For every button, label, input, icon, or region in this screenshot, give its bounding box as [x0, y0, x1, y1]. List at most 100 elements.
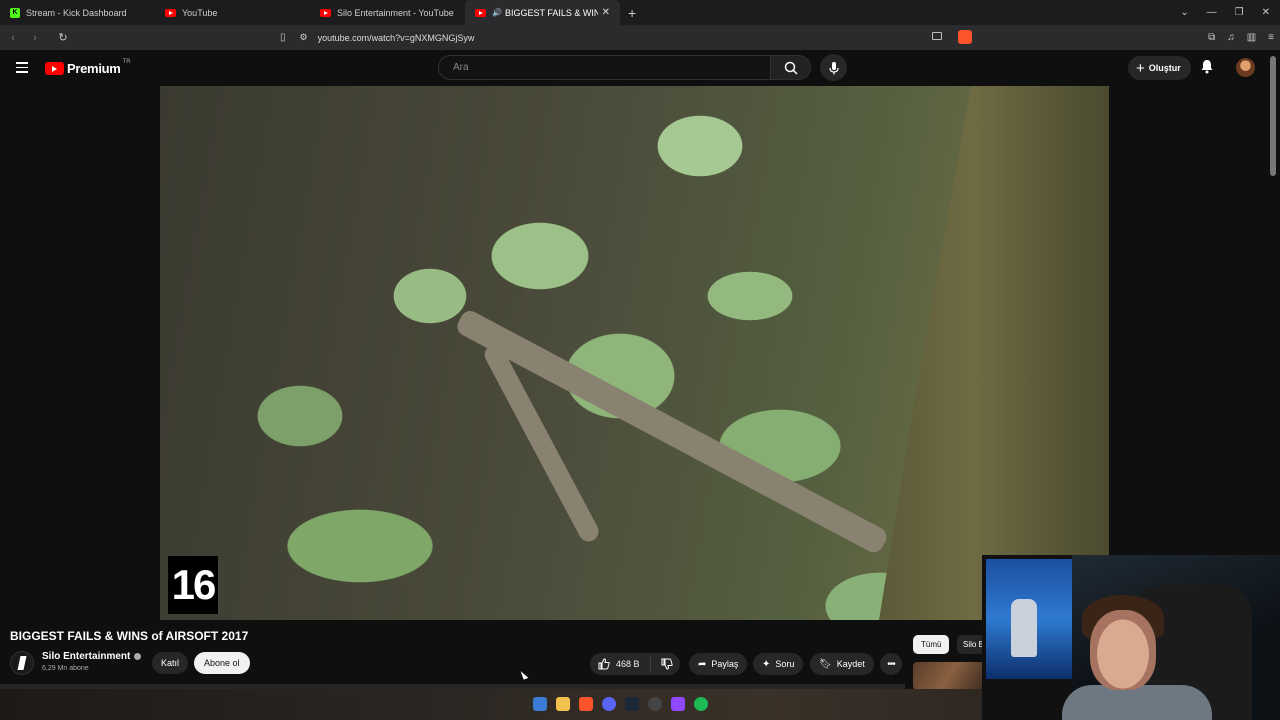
microphone-icon — [828, 61, 839, 74]
video-branch — [453, 307, 890, 556]
save-button[interactable]: 🔖︎ Kaydet — [810, 653, 874, 675]
more-actions-button[interactable]: ••• — [880, 653, 902, 675]
close-tab-icon[interactable]: ✕ — [602, 7, 610, 18]
dislike-button[interactable] — [651, 658, 673, 670]
maximize-icon[interactable]: ❐ — [1235, 7, 1244, 18]
back-icon[interactable]: ‹ — [4, 32, 22, 44]
tab-label: YouTube — [182, 7, 218, 18]
folder-icon[interactable] — [556, 697, 570, 711]
forward-icon[interactable]: › — [26, 32, 44, 44]
taskbar-icons — [533, 697, 708, 711]
youtube-icon — [475, 8, 486, 17]
webcam-poster — [986, 559, 1072, 679]
kick-icon: K — [10, 7, 20, 18]
subscriber-count: 6,29 Mn abone — [42, 665, 89, 672]
sparkle-icon: ✦ — [762, 658, 771, 670]
speaker-icon[interactable]: 🔊 — [492, 8, 502, 17]
thumbs-up-icon — [598, 658, 610, 670]
video-overlay-number: 16 — [168, 556, 218, 614]
voice-search-button[interactable] — [820, 54, 847, 81]
address-bar: ‹ › ↻ ▯ ⚙ youtube.com/watch?v=gNXMGNGjSy… — [0, 25, 1280, 50]
share-button[interactable]: ➦ Paylaş — [689, 653, 748, 675]
window-controls: ⌄ — ❐ ✕ — [1180, 0, 1280, 25]
minimize-icon[interactable]: — — [1207, 7, 1217, 18]
youtube-icon — [320, 8, 331, 17]
extensions-icon[interactable]: ⧉ — [1208, 32, 1215, 43]
tab-current-video[interactable]: 🔊 BIGGEST FAILS & WINS of AI ✕ — [465, 0, 620, 25]
subscribe-button[interactable]: Abone ol — [194, 652, 250, 674]
site-info-icon[interactable]: ⚙ — [300, 32, 308, 43]
notifications-button[interactable] — [1200, 59, 1214, 79]
search-button[interactable] — [771, 55, 811, 80]
menu-icon[interactable]: ≡ — [1268, 32, 1274, 43]
channel-name[interactable]: Silo Entertainment — [42, 651, 142, 662]
thumbs-down-icon — [661, 658, 673, 670]
share-label: Paylaş — [711, 659, 739, 669]
video-title: BIGGEST FAILS & WINS of AIRSOFT 2017 — [10, 629, 249, 643]
account-avatar[interactable] — [1236, 58, 1255, 77]
obs-icon[interactable] — [648, 697, 662, 711]
spotify-icon[interactable] — [694, 697, 708, 711]
brave-shield-icon[interactable] — [958, 30, 972, 44]
webcam-person-face — [1090, 610, 1156, 690]
brave-browser-icon[interactable] — [579, 697, 593, 711]
discord-icon[interactable] — [602, 697, 616, 711]
save-label: Kaydet — [836, 659, 865, 669]
logo-text: Premium — [67, 61, 121, 76]
hamburger-menu-icon[interactable] — [16, 62, 28, 76]
create-label: Oluştur — [1148, 63, 1181, 73]
more-icon: ••• — [887, 658, 895, 670]
like-dislike-group: 468 B — [590, 653, 680, 675]
tab-label: Stream - Kick Dashboard — [26, 7, 127, 18]
video-player[interactable]: 16 — [160, 86, 1109, 620]
youtube-play-icon — [45, 62, 64, 75]
ask-label: Soru — [775, 659, 795, 669]
ask-button[interactable]: ✦ Soru — [753, 653, 804, 675]
logo-country: TR — [122, 59, 131, 65]
bell-icon — [1201, 60, 1213, 74]
bookmark-icon[interactable]: ▯ — [280, 32, 286, 43]
like-count: 468 B — [616, 659, 640, 669]
new-tab-icon[interactable]: + — [620, 5, 644, 21]
screen: K Stream - Kick Dashboard YouTube Silo E… — [0, 0, 1280, 720]
reload-icon[interactable]: ↻ — [54, 31, 72, 44]
share-icon: ➦ — [698, 658, 707, 670]
sidebar-icon[interactable]: ▥ — [1247, 32, 1256, 43]
tab-kick-dashboard[interactable]: K Stream - Kick Dashboard — [0, 0, 155, 25]
url-text: youtube.com/watch?v=gNXMGNGjSyw — [317, 32, 475, 43]
like-button[interactable]: 468 B — [590, 657, 651, 671]
youtube-icon — [165, 8, 176, 17]
twitch-icon[interactable] — [671, 697, 685, 711]
media-icon[interactable]: ♫ — [1227, 32, 1235, 43]
plus-icon: + — [1136, 59, 1145, 77]
browser-tabstrip: K Stream - Kick Dashboard YouTube Silo E… — [0, 0, 1280, 25]
page-scrollbar[interactable] — [1270, 56, 1276, 176]
tab-label: Silo Entertainment - YouTube — [337, 7, 454, 18]
close-window-icon[interactable]: ✕ — [1262, 7, 1270, 18]
tab-youtube[interactable]: YouTube — [155, 0, 310, 25]
join-button[interactable]: Katıl — [152, 652, 189, 674]
tab-silo-entertainment[interactable]: Silo Entertainment - YouTube — [310, 0, 465, 25]
youtube-logo[interactable]: Premium TR — [45, 59, 131, 76]
video-trunk — [879, 86, 1109, 620]
toolbar-icons: ⧉ ♫ ▥ ≡ — [1208, 25, 1274, 50]
tab-label: BIGGEST FAILS & WINS of AI — [504, 7, 598, 18]
steam-icon[interactable] — [625, 697, 639, 711]
webcam-person-shirt — [1062, 685, 1212, 720]
search-input[interactable]: Ara — [438, 55, 771, 80]
youtube-header: Premium TR Ara + Oluştur — [0, 50, 1280, 86]
video-side-left — [0, 86, 160, 620]
recommended-thumbnail[interactable] — [913, 662, 985, 690]
save-icon: 🔖︎ — [819, 658, 832, 670]
chip-all[interactable]: Tümü — [913, 635, 950, 654]
url-field[interactable]: ▯ ⚙ youtube.com/watch?v=gNXMGNGjSyw — [280, 28, 980, 47]
mouse-cursor — [520, 669, 529, 680]
video-side-right — [1109, 86, 1269, 620]
tab-search-icon[interactable]: ⌄ — [1180, 7, 1188, 18]
search-icon — [784, 61, 798, 75]
create-button[interactable]: + Oluştur — [1128, 56, 1191, 80]
file-explorer-icon[interactable] — [533, 697, 547, 711]
cast-icon[interactable] — [932, 32, 942, 40]
channel-avatar[interactable] — [10, 651, 34, 675]
channel-name-text: Silo Entertainment — [42, 651, 131, 662]
